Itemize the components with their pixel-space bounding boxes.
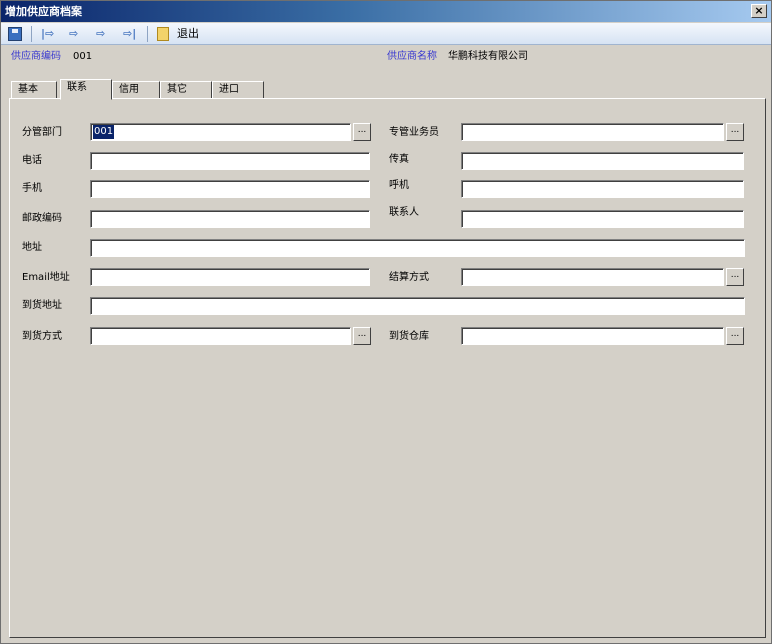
window-title: 增加供应商档案: [5, 5, 82, 18]
delivery-method-field[interactable]: [90, 327, 351, 345]
toolbar-separator: [31, 26, 32, 42]
tab-contact[interactable]: 联系: [60, 79, 112, 100]
warehouse-label: 到货仓库: [389, 331, 429, 342]
close-button[interactable]: ×: [751, 4, 767, 18]
delivery-method-lookup-button[interactable]: ...: [353, 327, 371, 345]
phone-label: 电话: [22, 155, 42, 166]
settle-label: 结算方式: [389, 272, 429, 283]
dept-label: 分管部门: [22, 127, 62, 138]
phone-field[interactable]: [90, 152, 370, 170]
supplier-code-label: 供应商编码: [11, 51, 61, 62]
email-field[interactable]: [90, 268, 370, 286]
settle-field[interactable]: [461, 268, 724, 286]
email-label: Email地址: [22, 272, 70, 283]
postcode-field[interactable]: [90, 210, 370, 228]
exit-button[interactable]: 退出: [177, 26, 199, 42]
supplier-info-bar: 供应商编码 001 供应商名称 华鹏科技有限公司: [1, 46, 771, 68]
fax-label: 传真: [389, 154, 409, 165]
settle-lookup-button[interactable]: ...: [726, 268, 744, 286]
prev-record-button[interactable]: ⇨: [69, 26, 78, 42]
pager-label: 呼机: [389, 180, 409, 191]
warehouse-field[interactable]: [461, 327, 724, 345]
dept-field[interactable]: 001: [90, 123, 351, 141]
supplier-code-value: 001: [73, 51, 93, 62]
exit-icon[interactable]: [157, 27, 169, 41]
first-record-button[interactable]: |⇨: [41, 26, 54, 42]
next-record-button[interactable]: ⇨: [96, 26, 105, 42]
dept-value: 001: [93, 125, 115, 139]
postcode-label: 邮政编码: [22, 213, 62, 224]
address-label: 地址: [22, 242, 42, 253]
contact-field[interactable]: [461, 210, 744, 228]
contact-label: 联系人: [389, 207, 419, 218]
save-icon[interactable]: [8, 27, 22, 41]
salesman-lookup-button[interactable]: ...: [726, 123, 744, 141]
tab-basic[interactable]: 基本: [11, 81, 57, 99]
last-record-button[interactable]: ⇨|: [123, 26, 136, 42]
tab-import[interactable]: 进口: [212, 81, 264, 99]
toolbar-separator: [147, 26, 148, 42]
supplier-name-label: 供应商名称: [387, 51, 437, 62]
address-field[interactable]: [90, 239, 745, 257]
tab-credit[interactable]: 信用: [112, 81, 160, 99]
supplier-name-value: 华鹏科技有限公司: [448, 51, 528, 62]
mobile-label: 手机: [22, 183, 42, 194]
delivery-address-field[interactable]: [90, 297, 745, 315]
title-bar: 增加供应商档案 ×: [1, 1, 771, 22]
mobile-field[interactable]: [90, 180, 370, 198]
fax-field[interactable]: [461, 152, 744, 170]
delivery-address-label: 到货地址: [22, 300, 62, 311]
delivery-method-label: 到货方式: [22, 331, 62, 342]
warehouse-lookup-button[interactable]: ...: [726, 327, 744, 345]
contact-panel: 分管部门 001 ... 专管业务员 ... 电话 传真 手机 呼机 邮政编码 …: [9, 98, 766, 638]
toolbar: |⇨ ⇨ ⇨ ⇨| 退出: [1, 23, 771, 45]
pager-field[interactable]: [461, 180, 744, 198]
dept-lookup-button[interactable]: ...: [353, 123, 371, 141]
supplier-window: 增加供应商档案 × |⇨ ⇨ ⇨ ⇨| 退出 供应商编码 001 供应商名称 华…: [0, 0, 772, 644]
salesman-field[interactable]: [461, 123, 724, 141]
tab-other[interactable]: 其它: [160, 81, 212, 99]
salesman-label: 专管业务员: [389, 127, 439, 138]
